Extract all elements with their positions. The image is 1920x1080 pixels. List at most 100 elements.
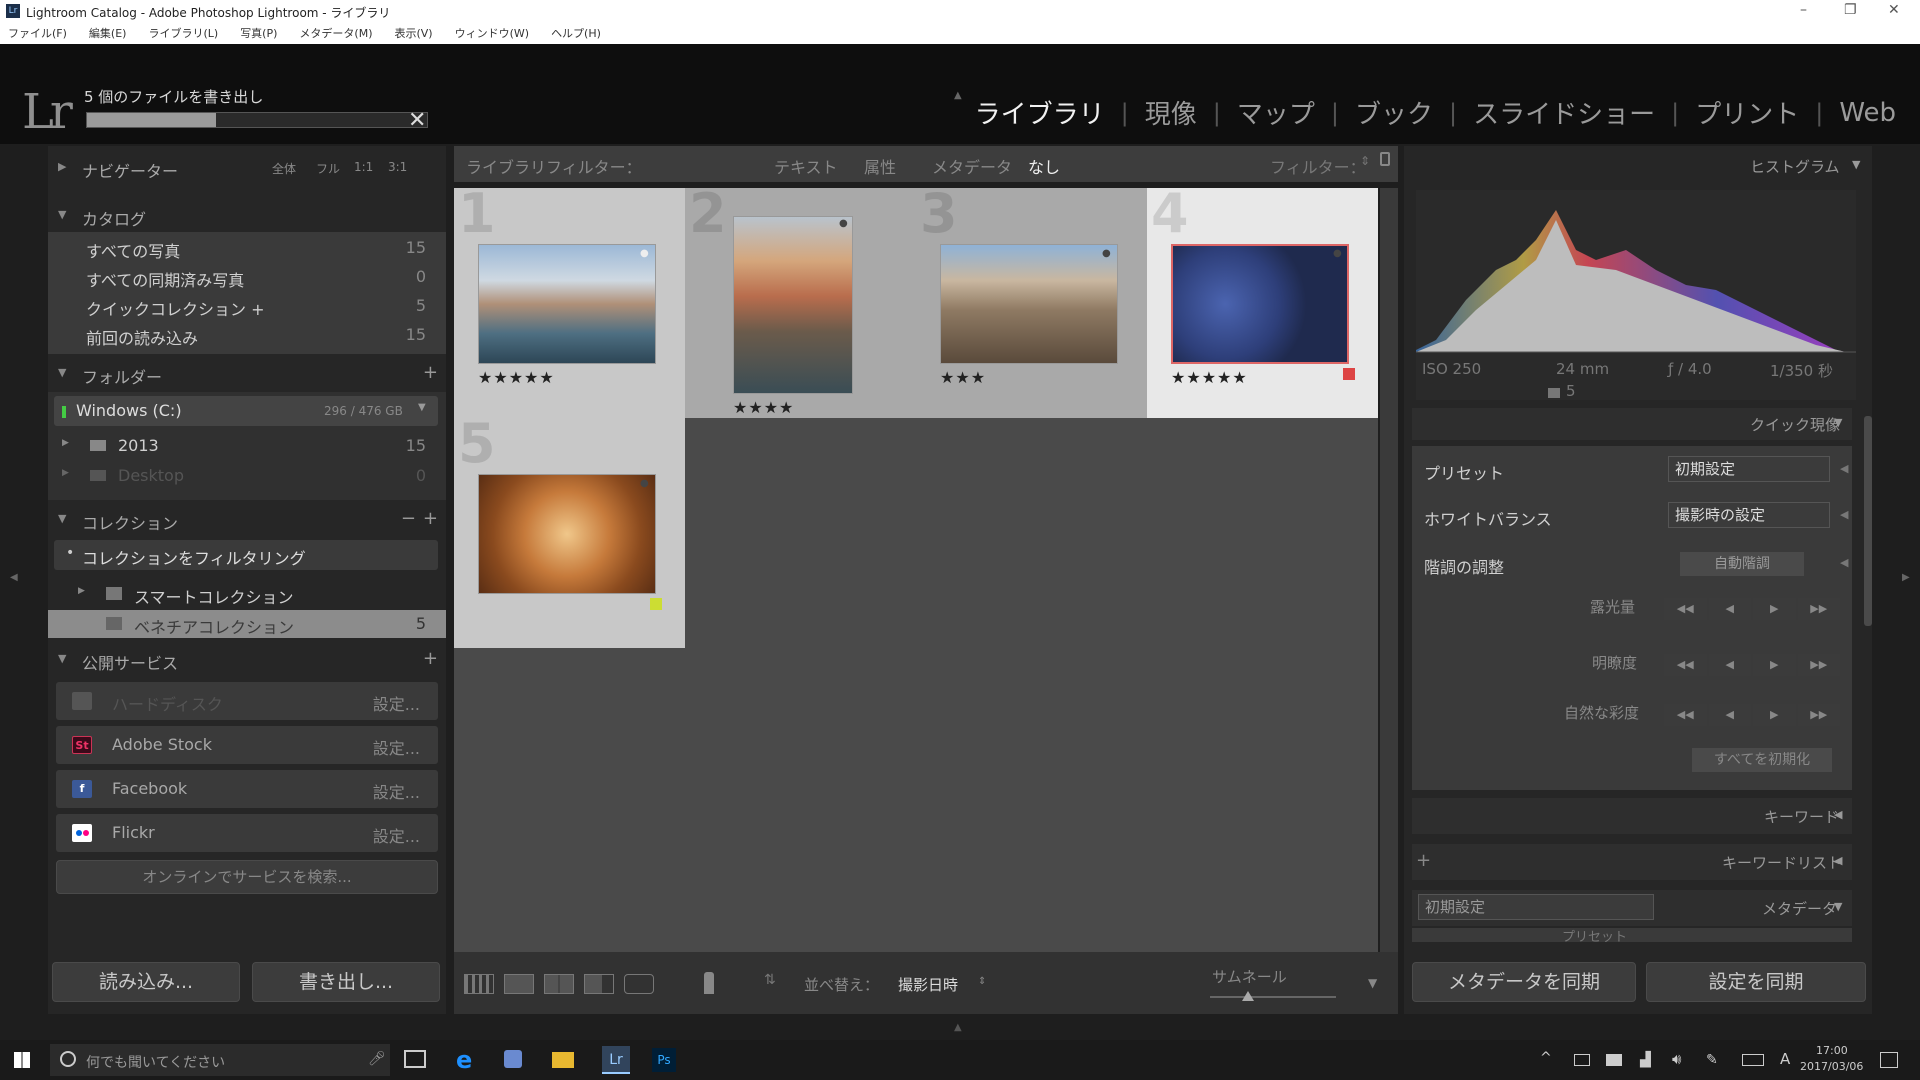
reset-all-button[interactable]: すべてを初期化 xyxy=(1692,748,1832,772)
tray-chevron-icon[interactable]: ^ xyxy=(1540,1050,1552,1066)
catalog-item[interactable]: 前回の読み込み 15 xyxy=(48,321,446,349)
publish-service-facebook[interactable]: f Facebook 設定... xyxy=(56,770,438,808)
expand-icon[interactable]: ◀ xyxy=(1840,556,1848,569)
cancel-export-icon[interactable]: ✕ xyxy=(408,108,426,133)
filter-tab-text[interactable]: テキスト xyxy=(774,154,838,178)
collection-item-selected[interactable]: ベネチアコレクション 5 xyxy=(48,610,446,638)
flag-icon[interactable]: ● xyxy=(1333,248,1342,259)
survey-view-icon[interactable] xyxy=(584,974,614,994)
menu-edit[interactable]: 編集(E) xyxy=(89,25,127,41)
clock-date[interactable]: 2017/03/06 xyxy=(1800,1060,1863,1073)
tray-icon[interactable] xyxy=(1606,1054,1622,1066)
find-services-button[interactable]: オンラインでサービスを検索... xyxy=(56,860,438,894)
export-button[interactable]: 書き出し... xyxy=(252,962,440,1002)
sort-direction-icon[interactable]: ⇅ xyxy=(764,972,776,988)
module-web[interactable]: Web xyxy=(1839,98,1896,128)
add-keyword-icon[interactable]: + xyxy=(1416,850,1431,871)
expand-icon[interactable]: ◀ xyxy=(1840,462,1848,475)
grid-cell[interactable]: 3 ● ★★★ xyxy=(916,182,1147,418)
module-slideshow[interactable]: スライドショー xyxy=(1473,94,1655,131)
sync-metadata-button[interactable]: メタデータを同期 xyxy=(1412,962,1636,1002)
keyboard-icon[interactable] xyxy=(1742,1054,1764,1066)
sort-value[interactable]: 撮影日時 xyxy=(898,974,958,995)
grid-scrollbar[interactable] xyxy=(1380,188,1398,952)
folder-item[interactable]: ▶ 2013 15 xyxy=(48,432,446,460)
filter-preset[interactable]: フィルター： xyxy=(1270,154,1366,178)
action-center-icon[interactable] xyxy=(1880,1052,1898,1068)
expand-filmstrip-icon[interactable]: ▲ xyxy=(954,1022,962,1033)
catalog-header[interactable]: ▼ カタログ xyxy=(48,202,446,232)
remove-collection-icon[interactable]: − xyxy=(401,508,416,529)
grid-view-icon[interactable] xyxy=(464,974,494,994)
flag-icon[interactable]: ● xyxy=(640,478,649,489)
close-button[interactable]: ✕ xyxy=(1888,2,1900,18)
photo-thumbnail[interactable] xyxy=(1171,244,1349,364)
zoom-fill[interactable]: フル xyxy=(316,160,340,177)
zoom-1-1[interactable]: 1:1 xyxy=(354,160,373,174)
photo-thumbnail[interactable] xyxy=(940,244,1118,364)
module-library[interactable]: ライブラリ xyxy=(975,94,1105,131)
publish-service-hdd[interactable]: ハードディスク 設定... xyxy=(56,682,438,720)
collection-item[interactable]: ▶ スマートコレクション xyxy=(48,580,446,608)
collection-filter[interactable]: • コレクションをフィルタリング xyxy=(54,540,438,570)
filter-tab-metadata[interactable]: メタデータ xyxy=(932,154,1012,178)
publish-service-adobe-stock[interactable]: St Adobe Stock 設定... xyxy=(56,726,438,764)
keywording-header[interactable]: キーワード ◀ xyxy=(1412,798,1852,834)
flag-icon[interactable]: ● xyxy=(1102,248,1111,259)
folder-item[interactable]: ▶ Desktop 0 xyxy=(48,462,446,490)
module-map[interactable]: マップ xyxy=(1237,94,1315,131)
grid-cell[interactable]: 1 ● ★★★★★ xyxy=(454,182,685,418)
add-folder-icon[interactable]: + xyxy=(423,362,438,383)
collapse-top-icon[interactable]: ▲ xyxy=(954,90,962,101)
zoom-3-1[interactable]: 3:1 xyxy=(388,160,407,174)
catalog-item[interactable]: クイックコレクション +5 xyxy=(48,292,446,320)
collapse-left-icon[interactable]: ◀ xyxy=(10,572,18,583)
module-develop[interactable]: 現像 xyxy=(1145,94,1197,131)
file-explorer-icon[interactable] xyxy=(552,1052,574,1068)
exposure-stepper[interactable]: ◀◀ ◀ ▶ ▶▶ xyxy=(1664,598,1840,620)
publish-header[interactable]: ▼ 公開サービス + xyxy=(48,646,446,676)
add-collection-icon[interactable]: + xyxy=(423,508,438,529)
collapse-right-icon[interactable]: ▶ xyxy=(1902,572,1910,583)
volume-row[interactable]: Windows (C:) 296 / 476 GB ▼ xyxy=(54,396,438,426)
slider-knob[interactable] xyxy=(1241,991,1254,1001)
catalog-item[interactable]: すべての写真 15 xyxy=(48,234,446,262)
menu-help[interactable]: ヘルプ(H) xyxy=(551,25,601,41)
menu-metadata[interactable]: メタデータ(M) xyxy=(299,25,372,41)
menu-library[interactable]: ライブラリ(L) xyxy=(148,25,218,41)
volume-icon[interactable]: 🔊︎ xyxy=(1672,1050,1681,1068)
network-icon[interactable]: ▟ xyxy=(1640,1052,1651,1068)
photoshop-taskbar-icon[interactable]: Ps xyxy=(652,1048,676,1072)
right-scrollbar[interactable] xyxy=(1864,416,1872,626)
lightroom-taskbar-icon[interactable]: Lr xyxy=(602,1046,630,1074)
filter-tab-attribute[interactable]: 属性 xyxy=(864,154,896,178)
navigator-header[interactable]: ▶ ナビゲーター 全体 フル 1:1 3:1 xyxy=(48,154,446,184)
menu-file[interactable]: ファイル(F) xyxy=(8,25,67,41)
grid-cell-selected[interactable]: 4 ● ★★★★★ xyxy=(1147,182,1378,418)
compare-view-icon[interactable] xyxy=(544,974,574,994)
photo-thumbnail[interactable] xyxy=(478,474,656,594)
clarity-stepper[interactable]: ◀◀ ◀ ▶ ▶▶ xyxy=(1664,654,1840,676)
flag-icon[interactable]: ● xyxy=(640,248,649,259)
maximize-button[interactable]: ❐ xyxy=(1844,2,1857,18)
publish-service-flickr[interactable]: Flickr 設定... xyxy=(56,814,438,852)
photo-thumbnail[interactable] xyxy=(733,216,853,394)
people-view-icon[interactable] xyxy=(624,974,654,994)
grid-cell[interactable]: 2 ● ★★★★ xyxy=(685,182,916,418)
vibrance-stepper[interactable]: ◀◀ ◀ ▶ ▶▶ xyxy=(1664,704,1840,726)
histogram-title[interactable]: ヒストグラム xyxy=(1750,156,1840,177)
photo-thumbnail[interactable] xyxy=(478,244,656,364)
add-publish-icon[interactable]: + xyxy=(423,648,438,669)
filter-tab-none[interactable]: なし xyxy=(1028,154,1060,178)
expand-icon[interactable]: ◀ xyxy=(1840,508,1848,521)
clock-time[interactable]: 17:00 xyxy=(1816,1044,1848,1057)
volume-menu-icon[interactable]: ▼ xyxy=(418,402,426,413)
white-balance-dropdown[interactable]: 撮影時の設定 xyxy=(1668,502,1830,528)
menu-photo[interactable]: 写真(P) xyxy=(240,25,277,41)
painter-icon[interactable] xyxy=(704,972,714,994)
thumbnail-size-slider[interactable] xyxy=(1210,991,1336,1001)
metadata-header[interactable]: 初期設定 メタデータ ▼ xyxy=(1412,890,1852,926)
flag-icon[interactable]: ● xyxy=(839,218,848,229)
tray-icon[interactable] xyxy=(1574,1054,1590,1066)
grid-cell[interactable]: 5 ● xyxy=(454,412,685,648)
